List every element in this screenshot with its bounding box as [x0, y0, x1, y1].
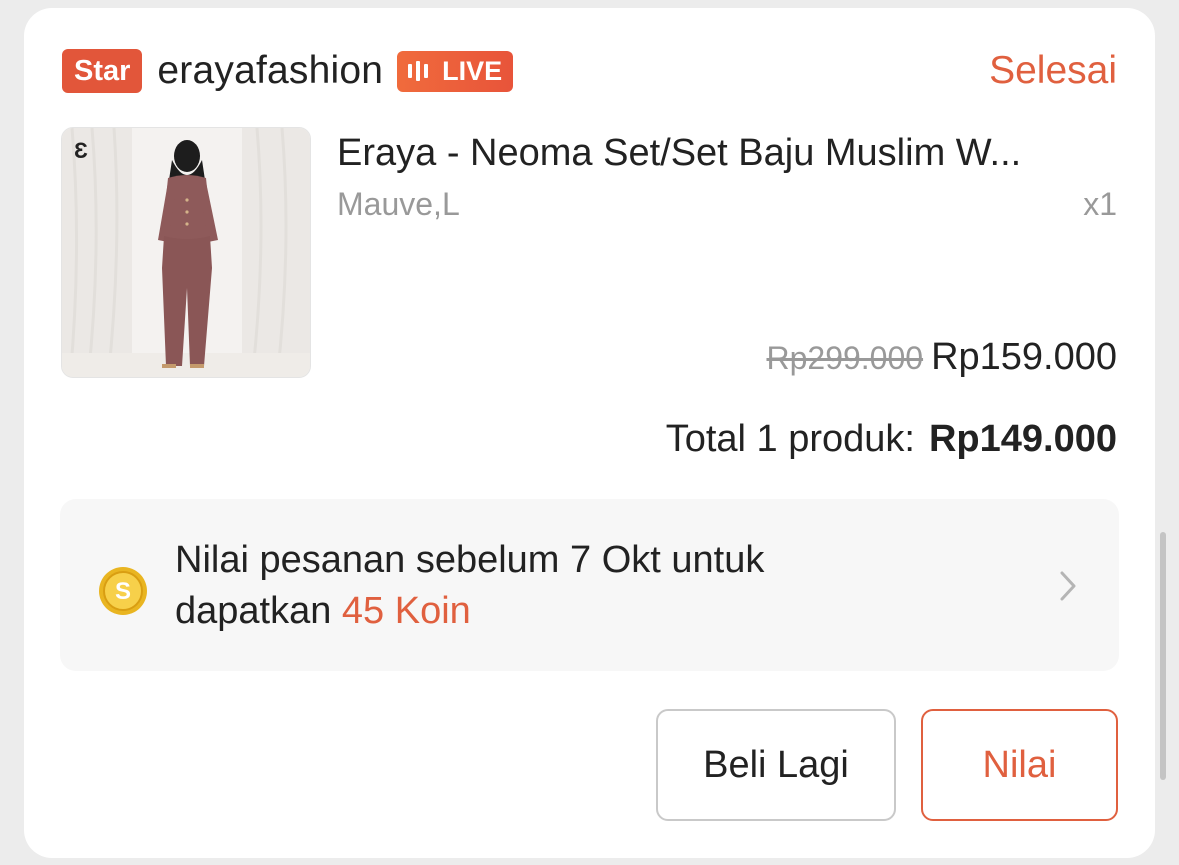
live-label: LIVE — [442, 55, 503, 86]
star-badge: Star — [62, 49, 143, 93]
order-status: Selesai — [989, 49, 1117, 92]
scrollbar[interactable] — [1160, 532, 1166, 780]
coin-icon: S — [99, 567, 147, 615]
live-icon — [408, 61, 432, 81]
chevron-right-icon — [1060, 571, 1076, 601]
product-photo — [62, 128, 310, 377]
coin-reward-banner[interactable]: S Nilai pesanan sebelum 7 Okt untuk dapa… — [60, 499, 1119, 671]
coin-line-1: Nilai pesanan sebelum 7 Okt untuk — [175, 539, 765, 581]
coin-reward-text: Nilai pesanan sebelum 7 Okt untuk dapatk… — [175, 535, 764, 637]
coin-line-2-prefix: dapatkan — [175, 590, 342, 632]
shop-header[interactable]: Star erayafashion LIVE — [62, 46, 514, 96]
product-name[interactable]: Eraya - Neoma Set/Set Baju Muslim W... — [337, 132, 1021, 175]
shop-name[interactable]: erayafashion — [157, 49, 383, 93]
live-badge[interactable]: LIVE — [397, 50, 514, 92]
order-card: Star erayafashion LIVE Selesai Ɛ Eraya -… — [24, 8, 1155, 858]
buy-again-button[interactable]: Beli Lagi — [656, 709, 896, 821]
product-prices: Rp299.000 Rp159.000 — [766, 336, 1117, 379]
product-image[interactable]: Ɛ — [61, 127, 311, 378]
rate-button[interactable]: Nilai — [921, 709, 1118, 821]
product-variant: Mauve,L — [337, 186, 460, 222]
brand-mark: Ɛ — [74, 138, 88, 163]
svg-text:S: S — [115, 578, 131, 605]
order-total: Total 1 produk: Rp149.000 — [666, 418, 1117, 461]
product-quantity: x1 — [1083, 186, 1117, 222]
total-label: Total 1 produk: — [665, 418, 915, 460]
coin-line-2: dapatkan 45 Koin — [175, 586, 764, 637]
coin-amount: 45 Koin — [341, 590, 471, 632]
original-price: Rp299.000 — [766, 340, 924, 376]
total-amount: Rp149.000 — [928, 418, 1117, 460]
discounted-price: Rp159.000 — [931, 336, 1117, 378]
